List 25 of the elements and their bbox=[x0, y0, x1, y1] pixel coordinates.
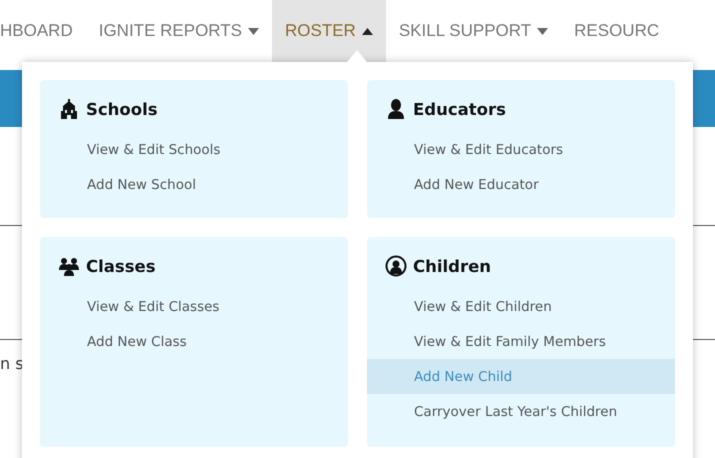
menu-link[interactable]: View & Edit Classes bbox=[40, 289, 348, 324]
school-icon bbox=[58, 98, 80, 120]
menu-link[interactable]: Add New School bbox=[40, 167, 348, 202]
menu-link[interactable]: Add New Educator bbox=[367, 167, 675, 202]
caret-icon bbox=[537, 28, 548, 34]
menu-link[interactable]: View & Edit Family Members bbox=[367, 324, 675, 359]
child-icon bbox=[385, 255, 407, 277]
caret-icon bbox=[362, 28, 373, 34]
nav-menu-item[interactable]: ROSTER bbox=[272, 0, 386, 62]
section-title: Children bbox=[413, 256, 492, 276]
nav-menu-item[interactable]: SKILL SUPPORT bbox=[386, 0, 562, 62]
nav-menu-item[interactable]: HBOARD bbox=[0, 0, 86, 62]
menu-link[interactable]: View & Edit Schools bbox=[40, 132, 348, 167]
menu-link[interactable]: View & Edit Children bbox=[367, 289, 675, 324]
caret-icon bbox=[248, 28, 259, 34]
menu-link[interactable]: Carryover Last Year's Children bbox=[367, 394, 675, 429]
nav-menu-item[interactable]: IGNITE REPORTS bbox=[86, 0, 272, 62]
person-icon bbox=[385, 98, 407, 120]
section-title: Schools bbox=[86, 100, 158, 118]
nav-menu-item[interactable]: RESOURC bbox=[561, 0, 660, 62]
menu-link[interactable]: View & Edit Educators bbox=[367, 132, 675, 167]
section-title: Educators bbox=[413, 100, 506, 118]
section-title: Classes bbox=[86, 256, 156, 276]
group-icon bbox=[58, 255, 80, 277]
menu-link[interactable]: Add New Class bbox=[40, 324, 348, 359]
